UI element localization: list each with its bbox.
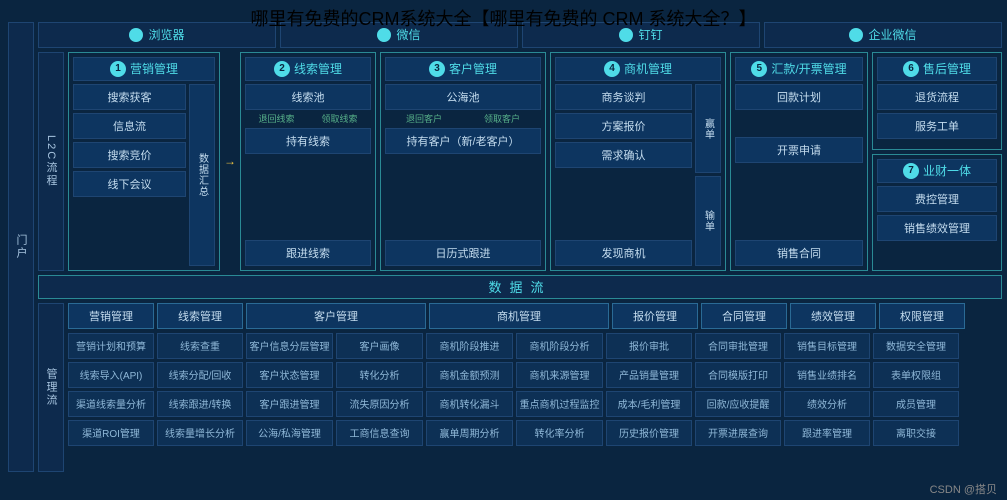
box: 费控管理 (877, 186, 997, 212)
mgt-item: 销售目标管理 (784, 333, 870, 359)
mgt-item: 赢单周期分析 (426, 420, 513, 446)
mgt-item: 客户画像 (336, 333, 423, 359)
mgt-item: 线索导入(API) (68, 362, 154, 388)
mgt-item: 历史报价管理 (606, 420, 692, 446)
watermark: CSDN @搭贝 (930, 481, 997, 497)
l2c-sidebar: L2C流程 (38, 52, 64, 271)
mgt-head: 绩效管理 (790, 303, 876, 329)
mgt-item: 成本/毛利管理 (606, 391, 692, 417)
box: 信息流 (73, 113, 186, 139)
mgt-item: 公海/私海管理 (246, 420, 333, 446)
overlay-title: 哪里有免费的CRM系统大全【哪里有免费的 CRM 系统大全？】 (0, 5, 1007, 31)
box: 公海池 (385, 84, 541, 110)
box: 搜索竞价 (73, 142, 186, 168)
box: 跟进线索 (245, 240, 371, 266)
mgt-head: 报价管理 (612, 303, 698, 329)
box: 开票申请 (735, 137, 863, 163)
mgt-head: 商机管理 (429, 303, 609, 329)
mgt-head: 权限管理 (879, 303, 965, 329)
box: 持有客户（新/老客户） (385, 128, 541, 154)
section-leads: 2线索管理 线索池 退回线索领取线索 持有线索 跟进线索 (240, 52, 376, 271)
mgt-item: 商机阶段分析 (516, 333, 603, 359)
mgt-item: 工商信息查询 (336, 420, 423, 446)
section-finance: 7业财一体 费控管理 销售绩效管理 (872, 154, 1002, 271)
mgt-item: 合同审批管理 (695, 333, 781, 359)
mgt-item: 客户状态管理 (246, 362, 333, 388)
portal-sidebar: 门户 (8, 22, 34, 472)
box: 发现商机 (555, 240, 692, 266)
box: 线索池 (245, 84, 371, 110)
mgt-item: 报价审批 (606, 333, 692, 359)
mgt-item: 跟进率管理 (784, 420, 870, 446)
mgt-item: 数据安全管理 (873, 333, 959, 359)
data-flow-bar: 数据流 (38, 275, 1002, 299)
mgt-item: 客户跟进管理 (246, 391, 333, 417)
data-summary: 数据汇总 (189, 84, 215, 266)
section-payment: 5汇款/开票管理 回款计划 开票申请 销售合同 (730, 52, 868, 271)
box: 回款计划 (735, 84, 863, 110)
mgt-head: 客户管理 (246, 303, 426, 329)
mgt-item: 线索跟进/转换 (157, 391, 243, 417)
mgt-item: 绩效分析 (784, 391, 870, 417)
mgt-item: 回款/应收提醒 (695, 391, 781, 417)
mgt-item: 表单权限组 (873, 362, 959, 388)
mgt-head: 线索管理 (157, 303, 243, 329)
mgt-item: 线索量增长分析 (157, 420, 243, 446)
mgt-item: 商机金额预测 (426, 362, 513, 388)
mgt-item: 商机阶段推进 (426, 333, 513, 359)
box: 线下会议 (73, 171, 186, 197)
box: 退货流程 (877, 84, 997, 110)
lose: 输单 (695, 176, 721, 266)
mgt-head: 合同管理 (701, 303, 787, 329)
arrow-icon: → (224, 154, 236, 168)
mgt-item: 重点商机过程监控 (516, 391, 603, 417)
box: 搜索获客 (73, 84, 186, 110)
mgt-item: 开票进展查询 (695, 420, 781, 446)
mgt-item: 离职交接 (873, 420, 959, 446)
box: 服务工单 (877, 113, 997, 139)
box: 销售绩效管理 (877, 215, 997, 241)
box: 日历式跟进 (385, 240, 541, 266)
mgt-item: 转化率分析 (516, 420, 603, 446)
mgt-sidebar: 管理流 (38, 303, 64, 472)
mgt-item: 渠道线索量分析 (68, 391, 154, 417)
mgt-item: 线索查重 (157, 333, 243, 359)
mgt-item: 商机转化漏斗 (426, 391, 513, 417)
box: 方案报价 (555, 113, 692, 139)
section-marketing: 1营销管理 搜索获客 信息流 搜索竞价 线下会议 数据汇总 (68, 52, 220, 271)
mgt-item: 线索分配/回收 (157, 362, 243, 388)
box: 持有线索 (245, 128, 371, 154)
mgt-item: 流失原因分析 (336, 391, 423, 417)
box: 需求确认 (555, 142, 692, 168)
mgt-head: 营销管理 (68, 303, 154, 329)
mgt-item: 产品销量管理 (606, 362, 692, 388)
box: 商务谈判 (555, 84, 692, 110)
mgt-item: 销售业绩排名 (784, 362, 870, 388)
win: 赢单 (695, 84, 721, 174)
mgt-item: 合同模版打印 (695, 362, 781, 388)
box: 销售合同 (735, 240, 863, 266)
mgt-item: 转化分析 (336, 362, 423, 388)
mgt-item: 成员管理 (873, 391, 959, 417)
mgt-item: 渠道ROI管理 (68, 420, 154, 446)
section-aftersale: 6售后管理 退货流程 服务工单 (872, 52, 1002, 150)
mgt-item: 客户信息分层管理 (246, 333, 333, 359)
mgt-item: 营销计划和预算 (68, 333, 154, 359)
section-customer: 3客户管理 公海池 退回客户领取客户 持有客户（新/老客户） 日历式跟进 (380, 52, 546, 271)
mgt-item: 商机来源管理 (516, 362, 603, 388)
section-opportunity: 4商机管理 商务谈判 方案报价 需求确认 发现商机 赢单 输单 (550, 52, 726, 271)
